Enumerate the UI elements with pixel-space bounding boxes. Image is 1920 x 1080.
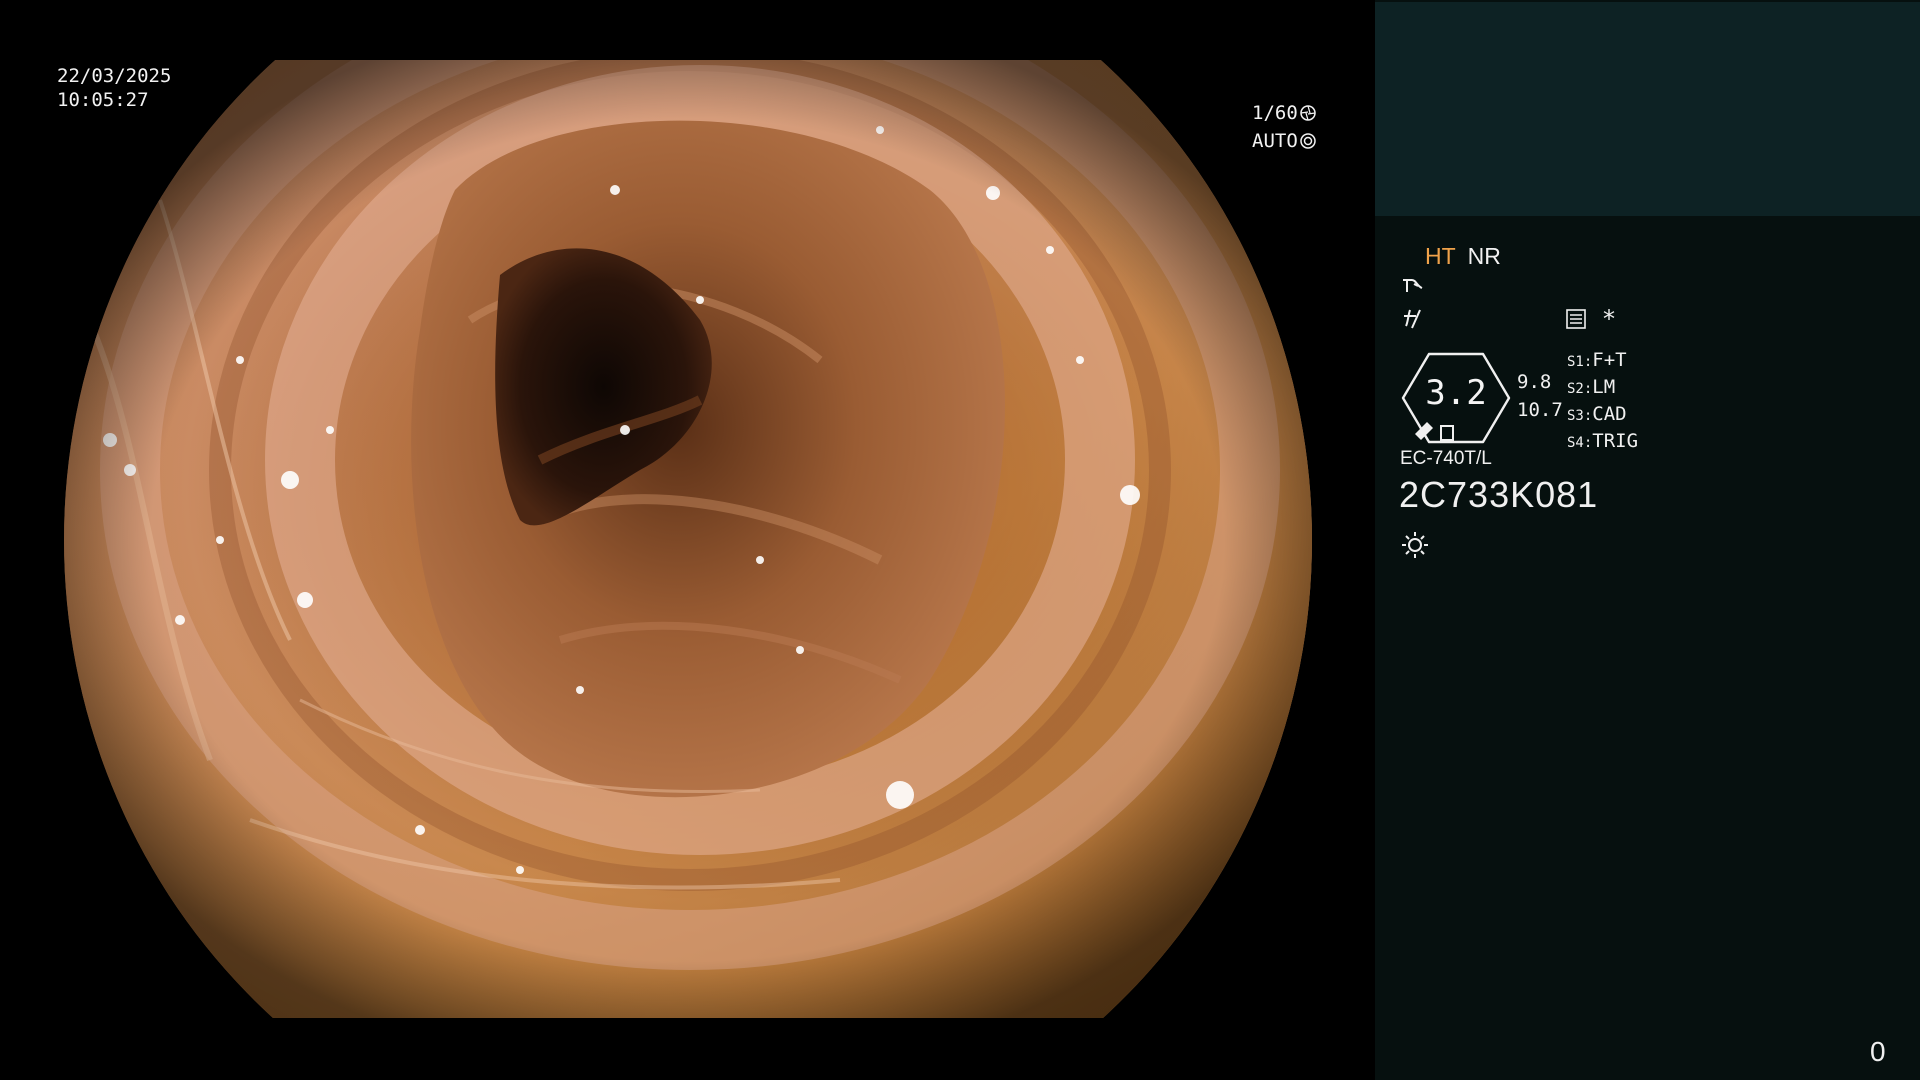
time-text: 10:05:27 [57, 89, 149, 111]
shutter-icon [1300, 105, 1316, 121]
star-indicator: * [1603, 305, 1615, 333]
switch-value: LM [1592, 376, 1616, 398]
endoscope-view: 22/03/2025 10:05:27 1/60 AUTO [0, 0, 1375, 1080]
date-text: 22/03/2025 [57, 65, 172, 87]
switch-key: S1 [1567, 354, 1584, 370]
image-counter: 0 [1870, 1036, 1886, 1067]
zoom-upper-value: 9.8 [1517, 371, 1552, 393]
iris-mode-text: AUTO [1252, 130, 1298, 152]
switch-value: F+T [1592, 349, 1627, 371]
datetime-readout: 22/03/2025 10:05:27 [57, 64, 171, 112]
shutter-speed-text: 1/60 [1252, 102, 1298, 124]
scope-serial: 2C733K081 [1399, 474, 1599, 515]
color-enhance-icon [1404, 309, 1421, 329]
info-panel: HT NR * 3.2 9.8 10.7 S1:F+T S2:LM S3:CAD … [1375, 0, 1920, 1080]
ht-mode-label: HT [1425, 243, 1456, 269]
switch-value: TRIG [1592, 430, 1639, 452]
recorder-icon [1566, 309, 1586, 329]
endoscopy-display: 22/03/2025 10:05:27 1/60 AUTO HT NR * 3.… [0, 0, 1920, 1080]
patient-info-area [1375, 2, 1920, 216]
switch-key: S4 [1567, 435, 1584, 451]
zoom-value: 3.2 [1425, 373, 1487, 413]
structure-enhance-icon [1403, 279, 1423, 292]
scope-switch-list: S1:F+T S2:LM S3:CAD S4:TRIG [1567, 348, 1638, 456]
endoscopic-image [64, 60, 1312, 1018]
processing-modes: HT NR [1425, 243, 1501, 270]
iris-icon [1300, 133, 1316, 149]
scope-model: EC-740T/L [1400, 448, 1492, 469]
switch-value: CAD [1592, 403, 1627, 425]
switch-key: S2 [1567, 381, 1584, 397]
zoom-lower-value: 10.7 [1517, 399, 1563, 421]
light-source-icon [1402, 532, 1428, 558]
switch-row: S4:TRIG [1567, 430, 1639, 452]
shutter-readout: 1/60 AUTO [1252, 99, 1316, 155]
switch-row: S1:F+T [1567, 349, 1627, 371]
switch-row: S3:CAD [1567, 403, 1627, 425]
nr-mode-label: NR [1467, 243, 1501, 269]
switch-key: S3 [1567, 408, 1584, 424]
switch-row: S2:LM [1567, 376, 1616, 398]
